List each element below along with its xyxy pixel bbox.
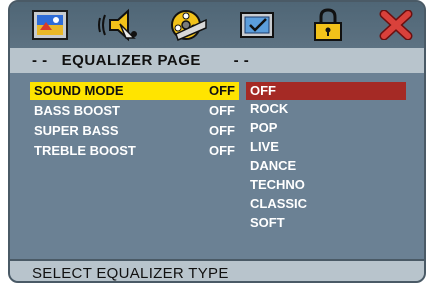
film-reel-icon[interactable]	[166, 8, 210, 42]
setting-value: OFF	[209, 83, 235, 98]
lock-icon[interactable]	[306, 8, 350, 42]
picture-icon[interactable]	[28, 8, 72, 42]
close-icon[interactable]	[374, 8, 418, 42]
setting-super-bass[interactable]: SUPER BASS OFF	[30, 122, 239, 140]
osd-screen: - - EQUALIZER PAGE - - SOUND MODE OFF BA…	[0, 0, 435, 287]
option-label: DANCE	[250, 158, 297, 173]
option-live[interactable]: LIVE	[246, 138, 406, 156]
option-dance[interactable]: DANCE	[246, 157, 406, 175]
option-off[interactable]: OFF	[246, 82, 406, 100]
settings-panel: SOUND MODE OFF BASS BOOST OFF SUPER BASS…	[10, 73, 424, 259]
option-rock[interactable]: ROCK	[246, 100, 406, 118]
checkbox-icon[interactable]	[236, 8, 280, 42]
setting-label: SOUND MODE	[34, 83, 124, 98]
option-classic[interactable]: CLASSIC	[246, 195, 406, 213]
option-pop[interactable]: POP	[246, 119, 406, 137]
setting-sound-mode[interactable]: SOUND MODE OFF	[30, 82, 239, 100]
menu-frame: - - EQUALIZER PAGE - - SOUND MODE OFF BA…	[8, 0, 426, 283]
option-label: SOFT	[250, 215, 285, 230]
icon-bar	[10, 2, 424, 48]
speaker-audio-icon[interactable]	[96, 8, 140, 42]
option-label: CLASSIC	[250, 196, 308, 211]
option-soft[interactable]: SOFT	[246, 214, 406, 232]
setting-value: OFF	[209, 103, 235, 118]
setting-treble-boost[interactable]: TREBLE BOOST OFF	[30, 142, 239, 160]
setting-value: OFF	[209, 123, 235, 138]
option-label: LIVE	[250, 139, 279, 154]
option-label: POP	[250, 120, 278, 135]
setting-label: BASS BOOST	[34, 103, 120, 118]
option-label: ROCK	[250, 101, 289, 116]
setting-value: OFF	[209, 143, 235, 158]
setting-label: SUPER BASS	[34, 123, 119, 138]
setting-label: TREBLE BOOST	[34, 143, 136, 158]
option-label: TECHNO	[250, 177, 305, 192]
status-text: SELECT EQUALIZER TYPE	[32, 265, 229, 282]
status-bar: SELECT EQUALIZER TYPE	[10, 259, 424, 282]
option-techno[interactable]: TECHNO	[246, 176, 406, 194]
page-header: - - EQUALIZER PAGE - -	[10, 48, 424, 73]
option-label: OFF	[250, 83, 276, 98]
setting-bass-boost[interactable]: BASS BOOST OFF	[30, 102, 239, 120]
page-title: - - EQUALIZER PAGE - -	[32, 52, 250, 69]
